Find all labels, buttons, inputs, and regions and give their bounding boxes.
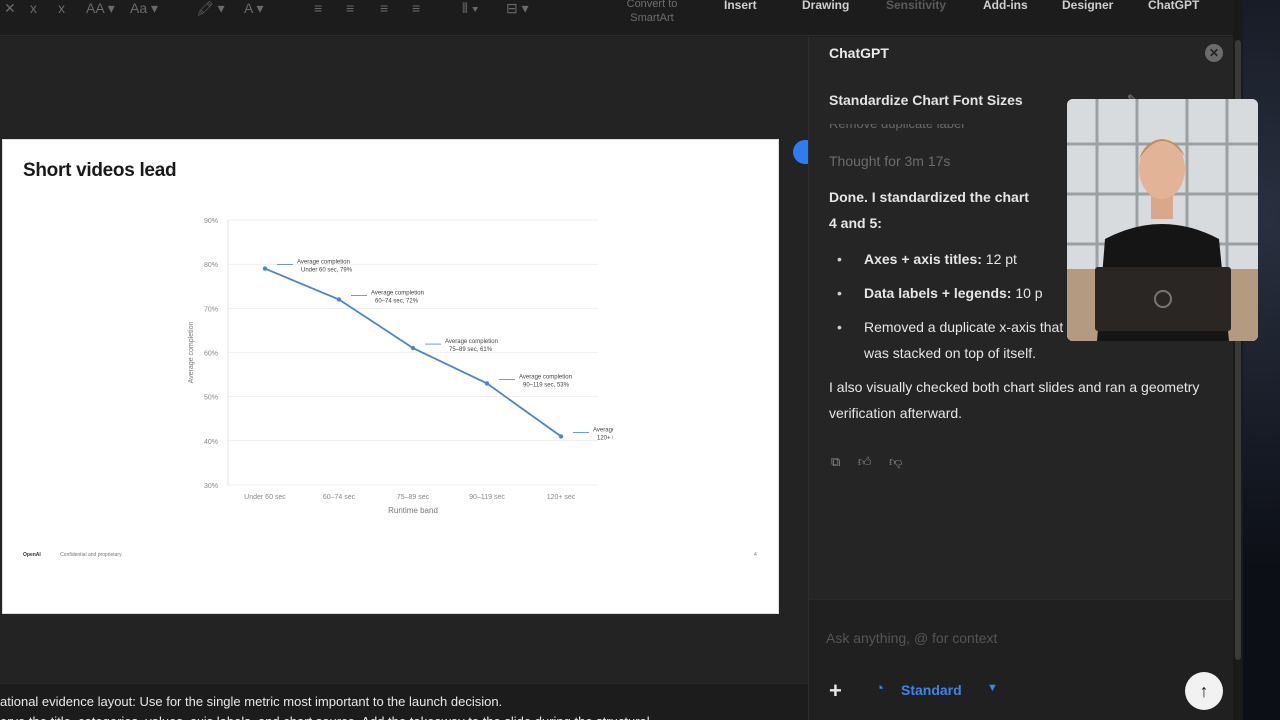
arrow-up-icon: ↑	[1199, 681, 1209, 701]
data-label: Average completion	[297, 260, 350, 266]
data-label: 90–119 sec, 53%	[523, 382, 570, 388]
smartart-label-line1: Convert to	[626, 0, 678, 10]
data-label: 75–89 sec, 61%	[449, 347, 493, 353]
send-button[interactable]: ↑	[1185, 672, 1223, 710]
tab-drawing[interactable]: Drawing	[802, 0, 849, 12]
change-case-icon[interactable]: Aa ▾	[130, 0, 166, 20]
data-point	[484, 381, 490, 386]
y-tick-label: 50%	[204, 395, 218, 402]
bullet-label: Data labels + legends:	[864, 285, 1012, 301]
align-right-icon[interactable]: ≡	[380, 0, 394, 20]
data-point	[410, 345, 416, 351]
align-center-icon[interactable]: ≡	[346, 0, 360, 20]
data-label: Under 60 sec, 79%	[301, 268, 353, 274]
slide-page-number: 4	[754, 552, 757, 558]
text-direction-icon[interactable]: ⫴ ▾	[462, 0, 492, 20]
x-tick-label: 120+ sec	[547, 494, 576, 501]
highlight-icon[interactable]: 🖍 ▾	[196, 0, 232, 20]
chat-title: Standardize Chart Font Sizes	[829, 92, 1023, 108]
slide-footer: OpenAI Confidential and proprietary	[23, 552, 122, 558]
y-tick-label: 30%	[204, 483, 218, 490]
thought-duration[interactable]: Thought for 3m 17s	[829, 153, 950, 169]
align-left-icon[interactable]: ≡	[314, 0, 328, 20]
x-tick-label: 60–74 sec	[323, 494, 356, 501]
y-tick-label: 90%	[204, 218, 218, 225]
presenter-video	[1067, 99, 1258, 341]
y-tick-label: 80%	[204, 262, 218, 269]
strikethrough-icon[interactable]: ✕	[4, 0, 18, 20]
mode-icon[interactable]: ◔	[875, 680, 884, 697]
previous-step-text: Remove duplicate label	[829, 124, 964, 134]
slide-title[interactable]: Short videos lead	[23, 160, 177, 182]
bullet-value: 12 pt	[981, 251, 1017, 267]
bullet-value: Removed a duplicate x-axis that was stac…	[864, 319, 1064, 361]
bullet-label: Axes + axis titles:	[864, 251, 982, 267]
slide[interactable]: Short videos lead 30% 40% 50% 60% 70% 80% 90% U…	[2, 139, 779, 614]
notes-line: erve the title, categories, values, axis…	[0, 712, 808, 720]
data-label: Average completion	[593, 427, 613, 433]
tab-add-ins[interactable]: Add-ins	[983, 0, 1028, 12]
data-label: Average completion	[519, 374, 572, 380]
speaker-notes[interactable]: ational evidence layout: Use for the sin…	[0, 683, 808, 720]
ribbon: ✕ x x AA ▾ Aa ▾ 🖍 ▾ A ▾ ≡ ≡ ≡ ≡ ⫴ ▾ ⊟ ▾ …	[0, 0, 1243, 36]
justify-icon[interactable]: ≡	[412, 0, 426, 20]
tab-insert[interactable]: Insert	[724, 0, 757, 12]
data-label: 60–74 sec, 72%	[375, 299, 419, 305]
notes-line: ational evidence layout: Use for the sin…	[0, 694, 503, 709]
bullet-value: 10 p	[1011, 285, 1043, 301]
line-chart[interactable]: 30% 40% 50% 60% 70% 80% 90% Under 60 sec 60–74 s…	[173, 210, 613, 530]
y-tick-label: 40%	[204, 439, 218, 446]
thumbs-up-icon[interactable]: 👍︎	[858, 454, 872, 469]
smartart-label-line2: SmartArt	[630, 12, 674, 24]
panel-title: ChatGPT	[829, 45, 889, 61]
chevron-down-icon[interactable]: ▼	[987, 682, 998, 694]
message-intro-text: 4 and 5:	[829, 215, 882, 231]
footer-brand: OpenAI	[23, 552, 41, 558]
footer-note: Confidential and proprietary	[60, 552, 122, 558]
data-label: 120+ sec, 41%	[597, 435, 613, 441]
font-size-icon[interactable]: AA ▾	[86, 0, 122, 20]
y-tick-label: 60%	[204, 351, 218, 358]
data-point	[558, 434, 564, 439]
tab-chatgpt[interactable]: ChatGPT	[1148, 0, 1199, 12]
data-label: Average completion	[371, 291, 424, 297]
x-tick-label: 75–89 sec	[397, 494, 430, 501]
font-color-icon[interactable]: A ▾	[244, 0, 280, 20]
x-axis-title: Runtime band	[388, 506, 438, 515]
convert-to-smartart-button[interactable]: Convert to SmartArt	[612, 0, 692, 25]
bold-icon[interactable]: x	[30, 0, 44, 20]
y-axis-title: Average completion	[188, 322, 195, 384]
subscript-icon[interactable]: x	[58, 0, 72, 20]
close-icon[interactable]: ✕	[1205, 44, 1223, 62]
list-item: Removed a duplicate x-axis that was stac…	[829, 314, 1089, 366]
message-actions: ⧉ 👍︎ 👎︎	[831, 454, 916, 470]
message-outro: I also visually checked both chart slide…	[829, 379, 1200, 421]
chat-input[interactable]: Ask anything, @ for context	[826, 630, 997, 646]
y-tick-label: 70%	[204, 306, 218, 313]
slide-editor: Short videos lead 30% 40% 50% 60% 70% 80% 90% U…	[0, 37, 808, 683]
x-tick-label: 90–119 sec	[469, 494, 505, 501]
composer: Ask anything, @ for context + ◔ Standard…	[809, 599, 1234, 720]
thumbs-down-icon[interactable]: 👎︎	[889, 454, 902, 469]
copy-icon[interactable]: ⧉	[831, 454, 840, 469]
tab-designer[interactable]: Designer	[1062, 0, 1113, 12]
x-tick-label: Under 60 sec	[244, 494, 286, 501]
data-label: Average completion	[445, 339, 498, 345]
message-intro-text: Done. I standardized the chart	[829, 189, 1029, 205]
data-point	[262, 266, 268, 271]
add-attachment-icon[interactable]: +	[829, 678, 842, 704]
data-point	[336, 297, 342, 302]
align-text-icon[interactable]: ⊟ ▾	[506, 0, 546, 20]
tab-sensitivity[interactable]: Sensitivity	[886, 0, 946, 12]
mode-selector[interactable]: Standard	[901, 682, 962, 698]
